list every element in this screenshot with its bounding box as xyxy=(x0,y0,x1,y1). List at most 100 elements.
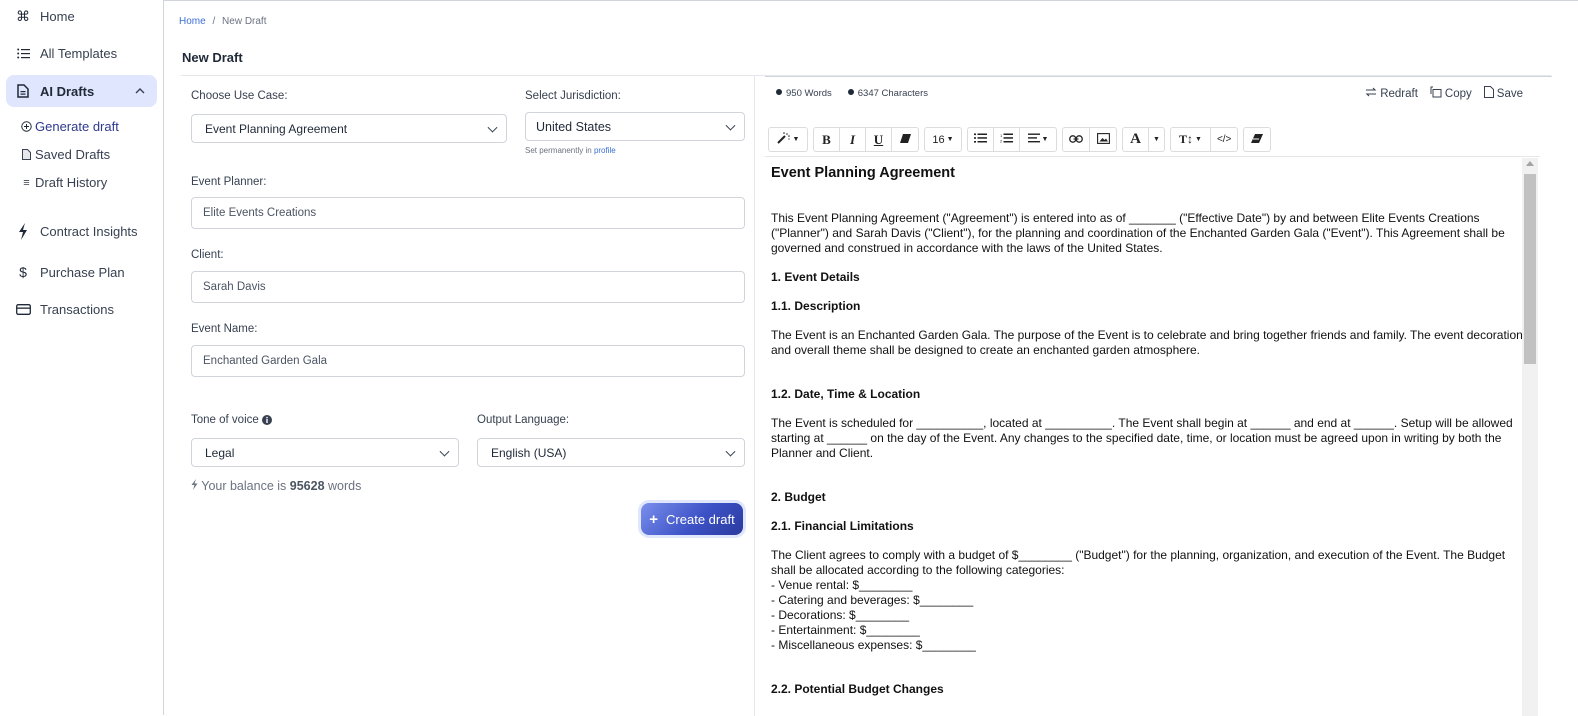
chevron-up-icon[interactable] xyxy=(135,85,145,97)
font-color-button[interactable]: A xyxy=(1123,128,1149,151)
font-color-dropdown[interactable]: ▼ xyxy=(1149,128,1164,151)
copy-button[interactable]: Copy xyxy=(1430,86,1472,101)
eraser-button[interactable] xyxy=(1244,128,1270,151)
hint-text: Set permanently in xyxy=(525,146,592,155)
language-select[interactable]: English (USA) xyxy=(477,438,745,467)
document-intro: This Event Planning Agreement ("Agreemen… xyxy=(771,211,1505,255)
event-name-input[interactable]: Enchanted Garden Gala xyxy=(191,345,745,377)
sidebar-item-all-templates[interactable]: All Templates xyxy=(6,37,157,69)
budget-item: - Catering and beverages: $________ xyxy=(771,593,974,607)
underline-icon: U xyxy=(873,131,884,147)
code-icon: </> xyxy=(1216,134,1232,145)
event-planner-input[interactable]: Elite Events Creations xyxy=(191,197,745,229)
redraft-icon xyxy=(1365,86,1377,101)
document-title: Event Planning Agreement xyxy=(771,165,955,181)
document-scrollbar[interactable] xyxy=(1522,158,1538,716)
client-input[interactable]: Sarah Davis xyxy=(191,271,745,303)
toolbar-group-lists: 12 ▼ xyxy=(967,127,1057,152)
tone-select[interactable]: Legal xyxy=(191,438,459,467)
sidebar-item-ai-drafts[interactable]: AI Drafts xyxy=(6,75,157,107)
scroll-up-arrow-icon[interactable] xyxy=(1526,161,1534,166)
breadcrumb-current: New Draft xyxy=(222,16,267,27)
section-heading: 1.1. Description xyxy=(771,299,861,313)
toolbar-group-clear xyxy=(1243,127,1272,152)
breadcrumb-home-link[interactable]: Home xyxy=(179,16,206,27)
sidebar-item-label: Contract Insights xyxy=(40,223,138,239)
sidebar-item-contract-insights[interactable]: Contract Insights xyxy=(6,215,157,247)
save-file-icon xyxy=(1483,86,1494,101)
align-dropdown[interactable]: ▼ xyxy=(1020,128,1056,151)
info-icon[interactable] xyxy=(261,415,272,425)
sidebar-item-label: Purchase Plan xyxy=(40,264,125,280)
font-size-value: 16 xyxy=(932,133,945,146)
italic-button[interactable]: I xyxy=(840,128,866,151)
sidebar-item-label: Transactions xyxy=(40,301,114,317)
code-view-button[interactable]: </> xyxy=(1211,128,1237,151)
sidebar-subitem-draft-history[interactable]: ≡ Draft History xyxy=(20,175,107,190)
scrollbar-thumb[interactable] xyxy=(1524,174,1536,364)
jurisdiction-select[interactable]: United States xyxy=(525,112,745,141)
event-planner-label: Event Planner: xyxy=(191,176,267,188)
numbered-list-icon: 12 xyxy=(1000,133,1013,146)
document-content[interactable]: Event Planning Agreement This Event Plan… xyxy=(771,158,1531,716)
ordered-list-button[interactable]: 12 xyxy=(994,128,1020,151)
sidebar-item-transactions[interactable]: Transactions xyxy=(6,293,157,325)
text-height-dropdown[interactable]: T↕ ▼ xyxy=(1171,128,1211,151)
clear-format-button[interactable] xyxy=(892,128,918,151)
client-label: Client: xyxy=(191,249,224,261)
card-icon xyxy=(15,303,31,315)
balance-info: Your balance is 95628 words xyxy=(191,479,361,493)
toolbar-group-insert xyxy=(1062,127,1117,152)
profile-link[interactable]: profile xyxy=(594,146,616,155)
word-count-text: 950 Words xyxy=(786,88,832,99)
bold-icon: B xyxy=(822,131,831,147)
toolbar-group-format: B I U xyxy=(813,127,919,152)
caret-down-icon: ▼ xyxy=(1153,136,1160,143)
copy-label: Copy xyxy=(1444,87,1472,100)
link-button[interactable] xyxy=(1063,128,1090,151)
plus-circle-icon xyxy=(20,121,33,132)
page-title: New Draft xyxy=(182,50,243,65)
editor-top-border xyxy=(765,76,1552,77)
list-icon xyxy=(15,48,31,59)
save-button[interactable]: Save xyxy=(1483,86,1523,101)
section-heading: 2. Budget xyxy=(771,490,826,504)
font-color-icon: A xyxy=(1130,131,1141,147)
character-count: 6347 Characters xyxy=(847,88,928,99)
unordered-list-button[interactable] xyxy=(968,128,994,151)
document-stats: 950 Words 6347 Characters xyxy=(776,88,928,99)
redraft-label: Redraft xyxy=(1380,87,1418,100)
image-icon xyxy=(1096,132,1110,147)
plus-icon: + xyxy=(649,510,659,528)
text-height-icon: T↕ xyxy=(1178,132,1193,146)
font-size-dropdown[interactable]: 16 ▼ xyxy=(925,128,961,151)
svg-text:2: 2 xyxy=(1000,139,1003,144)
sidebar-subitem-generate-draft[interactable]: Generate draft xyxy=(20,119,119,134)
character-count-text: 6347 Characters xyxy=(857,88,928,99)
section-paragraph: The Client agrees to comply with a budge… xyxy=(771,548,1506,577)
image-button[interactable] xyxy=(1090,128,1116,151)
redraft-button[interactable]: Redraft xyxy=(1365,86,1418,101)
create-draft-label: Create draft xyxy=(666,511,735,527)
main-content: Home / New Draft New Draft Choose Use Ca… xyxy=(164,0,1578,716)
create-draft-button[interactable]: + Create draft xyxy=(641,503,743,535)
lightning-icon xyxy=(15,222,31,240)
use-case-select[interactable]: Event Planning Agreement xyxy=(191,114,507,143)
balance-amount: 95628 xyxy=(289,479,325,493)
sidebar-subitem-saved-drafts[interactable]: Saved Drafts xyxy=(20,147,110,162)
underline-button[interactable]: U xyxy=(866,128,892,151)
command-icon: ⌘ xyxy=(16,7,30,24)
client-value: Sarah Davis xyxy=(203,281,266,293)
bold-button[interactable]: B xyxy=(814,128,840,151)
sidebar-item-purchase-plan[interactable]: $ Purchase Plan xyxy=(6,256,157,288)
section-heading: 2.1. Financial Limitations xyxy=(771,519,914,533)
sidebar-subitem-label: Draft History xyxy=(35,175,108,190)
section-paragraph: The Event is an Enchanted Garden Gala. T… xyxy=(771,328,1529,357)
editor-toolbar: ▼ B I U 16 ▼ 12 ▼ A ▼ T↕ ▼ </> xyxy=(768,127,1272,152)
draft-form: Choose Use Case: Event Planning Agreemen… xyxy=(164,76,755,716)
chevron-down-icon xyxy=(725,120,736,131)
magic-wand-button[interactable]: ▼ xyxy=(769,128,807,151)
sidebar-item-label: AI Drafts xyxy=(40,83,95,99)
word-count: 950 Words xyxy=(776,88,832,99)
sidebar-item-home[interactable]: ⌘ Home xyxy=(6,0,157,32)
